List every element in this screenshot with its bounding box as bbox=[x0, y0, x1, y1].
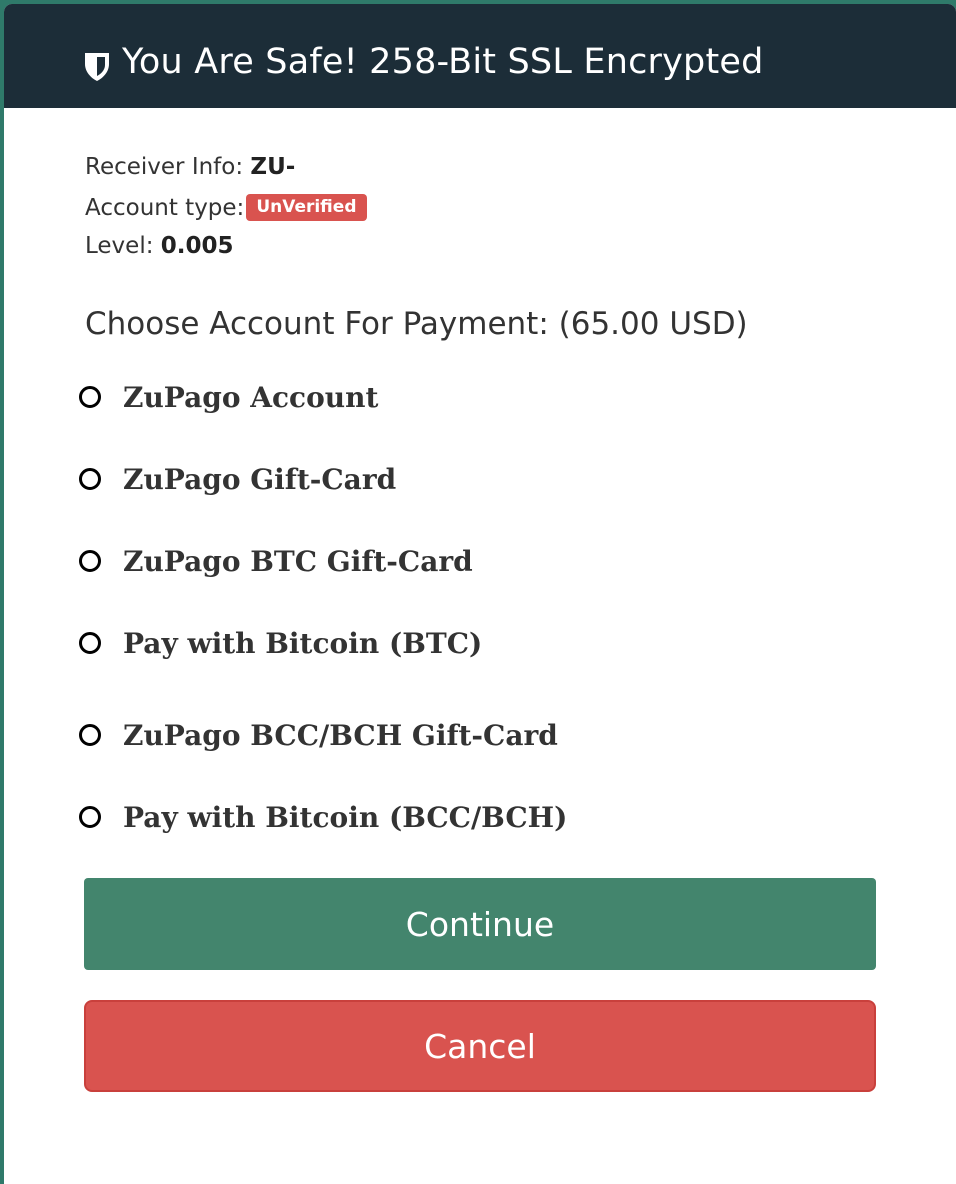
option-label: ZuPago Gift-Card bbox=[123, 462, 397, 496]
option-label: Pay with Bitcoin (BTC) bbox=[123, 626, 483, 660]
option-zupago-gift-card[interactable]: ZuPago Gift-Card bbox=[79, 462, 396, 496]
option-zupago-bcc-bch-gift-card[interactable]: ZuPago BCC/BCH Gift-Card bbox=[79, 718, 558, 752]
radio-button[interactable] bbox=[79, 386, 101, 408]
radio-button[interactable] bbox=[79, 724, 101, 746]
option-label: ZuPago BCC/BCH Gift-Card bbox=[123, 718, 558, 752]
radio-button[interactable] bbox=[79, 806, 101, 828]
receiver-info: Receiver Info: ZU- bbox=[85, 154, 295, 180]
option-pay-with-bitcoin-btc[interactable]: Pay with Bitcoin (BTC) bbox=[79, 626, 482, 660]
shield-icon bbox=[85, 53, 109, 81]
option-label: ZuPago BTC Gift-Card bbox=[123, 544, 473, 578]
continue-button[interactable]: Continue bbox=[84, 878, 876, 970]
option-zupago-account[interactable]: ZuPago Account bbox=[79, 380, 378, 414]
level-label: Level: bbox=[85, 233, 161, 259]
level-value: 0.005 bbox=[160, 233, 234, 259]
receiver-info-label: Receiver Info: bbox=[85, 154, 251, 180]
receiver-info-value: ZU- bbox=[250, 154, 296, 180]
radio-button[interactable] bbox=[79, 468, 101, 490]
header-title: You Are Safe! 258-Bit SSL Encrypted bbox=[122, 42, 764, 82]
payment-modal: You Are Safe! 258-Bit SSL Encrypted Rece… bbox=[4, 4, 956, 1184]
status-badge: UnVerified bbox=[246, 194, 367, 221]
account-type: Account type: UnVerified bbox=[85, 194, 367, 221]
modal-header: You Are Safe! 258-Bit SSL Encrypted bbox=[4, 4, 956, 108]
option-pay-with-bitcoin-bcc-bch[interactable]: Pay with Bitcoin (BCC/BCH) bbox=[79, 800, 567, 834]
option-zupago-btc-gift-card[interactable]: ZuPago BTC Gift-Card bbox=[79, 544, 473, 578]
option-label: ZuPago Account bbox=[123, 380, 379, 414]
radio-button[interactable] bbox=[79, 632, 101, 654]
choose-account-label: Choose Account For Payment: (65.00 USD) bbox=[85, 306, 748, 342]
level-info: Level: 0.005 bbox=[85, 233, 234, 259]
account-type-label: Account type: bbox=[85, 195, 245, 221]
radio-button[interactable] bbox=[79, 550, 101, 572]
cancel-button[interactable]: Cancel bbox=[84, 1000, 876, 1092]
option-label: Pay with Bitcoin (BCC/BCH) bbox=[123, 800, 568, 834]
